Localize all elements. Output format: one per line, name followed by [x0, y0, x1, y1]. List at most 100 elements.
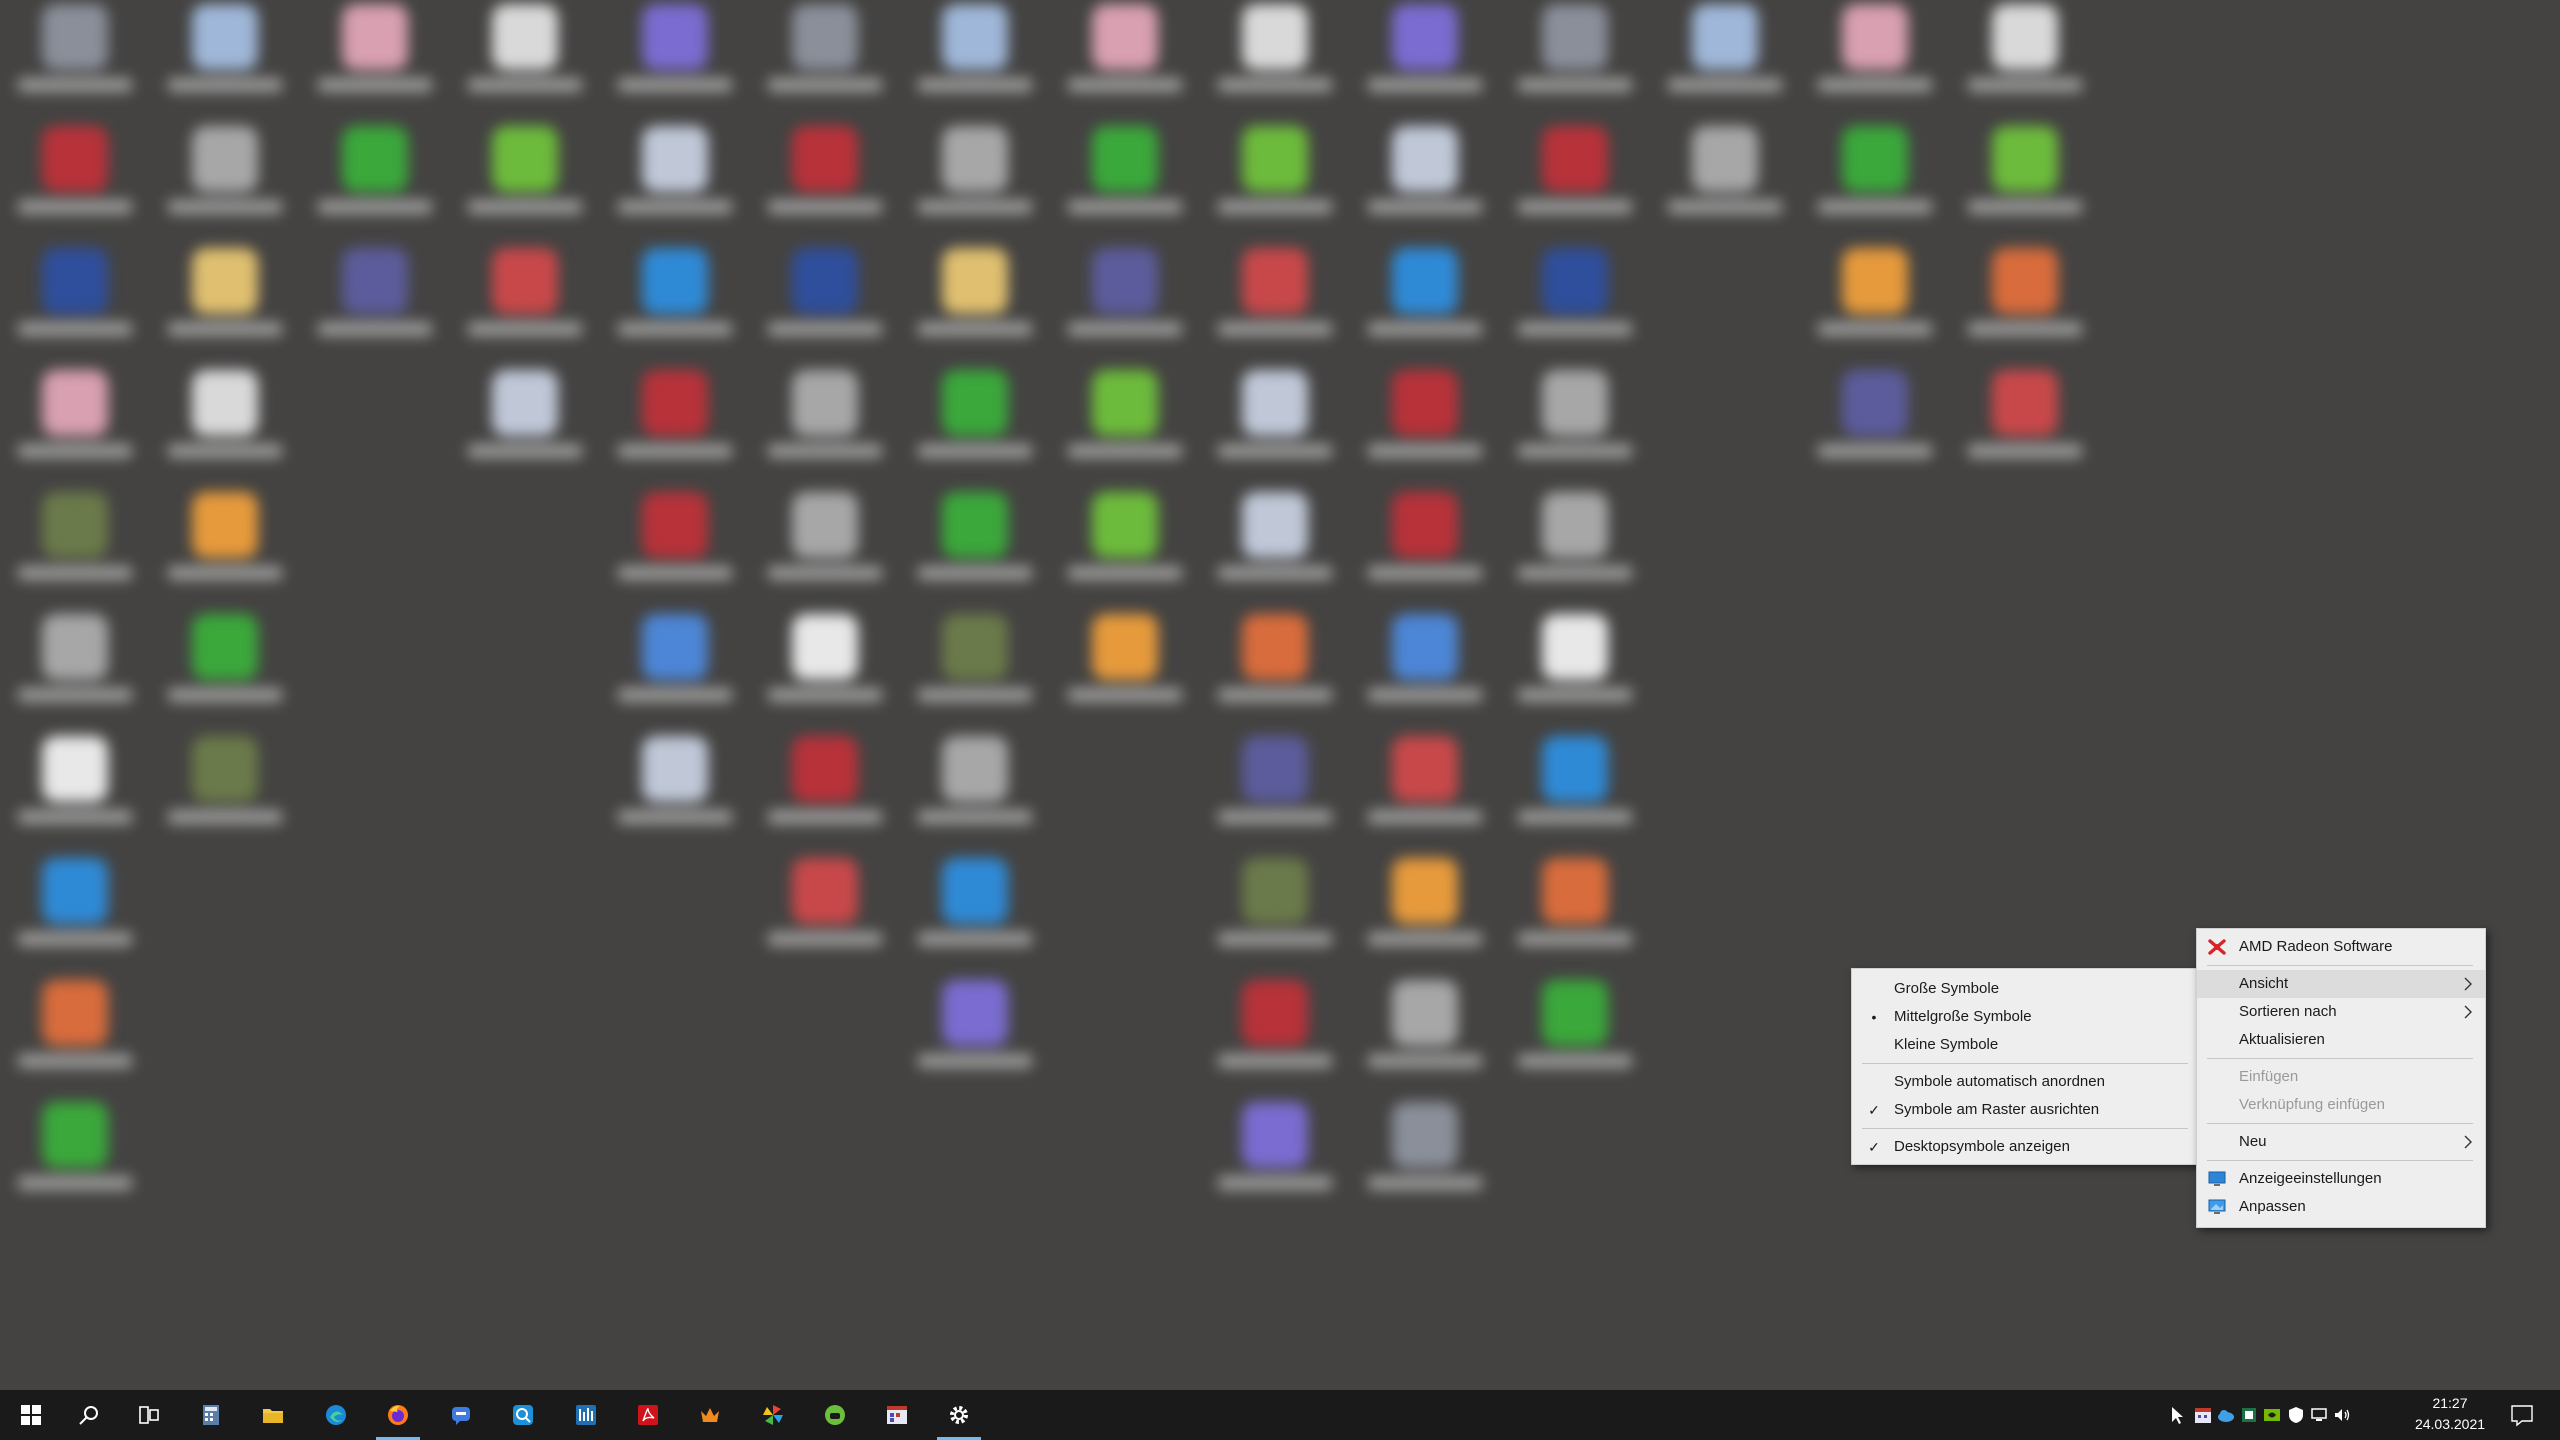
desktop-shortcut-icon[interactable]	[1200, 370, 1350, 490]
desktop-shortcut-icon[interactable]	[1350, 614, 1500, 734]
desktop-shortcut-icon[interactable]	[1350, 370, 1500, 490]
chat-app-taskbar-button[interactable]	[430, 1390, 492, 1440]
desktop-shortcut-icon[interactable]	[900, 370, 1050, 490]
desktop-shortcut-icon[interactable]	[450, 370, 600, 490]
desktop-shortcut-icon[interactable]	[750, 4, 900, 124]
menu-display-settings[interactable]: Anzeigeeinstellungen	[2197, 1165, 2485, 1193]
calendar-app-icon[interactable]	[2193, 1405, 2213, 1425]
equalizer-app-taskbar-button[interactable]	[555, 1390, 617, 1440]
desktop-shortcut-icon[interactable]	[1050, 614, 1200, 734]
menu-amd-radeon[interactable]: AMD Radeon Software	[2197, 933, 2485, 961]
calculator-taskbar-button[interactable]	[180, 1390, 242, 1440]
desktop-shortcut-icon[interactable]	[600, 736, 750, 856]
desktop-shortcut-icon[interactable]	[0, 492, 150, 612]
desktop-shortcut-icon[interactable]	[1350, 736, 1500, 856]
media-app-taskbar-button[interactable]	[866, 1390, 928, 1440]
desktop-shortcut-icon[interactable]	[300, 126, 450, 246]
desktop-shortcut-icon[interactable]	[0, 980, 150, 1100]
desktop-shortcut-icon[interactable]	[300, 4, 450, 124]
desktop-shortcut-icon[interactable]	[150, 736, 300, 856]
desktop-shortcut-icon[interactable]	[1050, 126, 1200, 246]
desktop-shortcut-icon[interactable]	[0, 736, 150, 856]
security-shield-icon[interactable]	[2286, 1405, 2306, 1425]
desktop-shortcut-icon[interactable]	[1500, 4, 1650, 124]
desktop-shortcut-icon[interactable]	[1200, 492, 1350, 612]
desktop-shortcut-icon[interactable]	[150, 492, 300, 612]
view-align-grid[interactable]: ✓ Symbole am Raster ausrichten	[1852, 1096, 2200, 1124]
desktop-shortcut-icon[interactable]	[0, 614, 150, 734]
desktop-shortcut-icon[interactable]	[1050, 4, 1200, 124]
desktop-shortcut-icon[interactable]	[450, 248, 600, 368]
desktop-shortcut-icon[interactable]	[0, 1102, 150, 1222]
settings-taskbar-button[interactable]	[928, 1390, 990, 1440]
nvidia-icon[interactable]	[2262, 1405, 2282, 1425]
desktop-shortcut-icon[interactable]	[1950, 248, 2100, 368]
volume-icon[interactable]	[2332, 1405, 2352, 1425]
task-view-taskbar-button[interactable]	[118, 1390, 180, 1440]
menu-refresh[interactable]: Aktualisieren	[2197, 1026, 2485, 1054]
desktop-shortcut-icon[interactable]	[900, 858, 1050, 978]
desktop-shortcut-icon[interactable]	[0, 858, 150, 978]
menu-sort-by[interactable]: Sortieren nach	[2197, 998, 2485, 1026]
desktop-shortcut-icon[interactable]	[900, 736, 1050, 856]
desktop-shortcut-icon[interactable]	[1200, 980, 1350, 1100]
desktop-shortcut-icon[interactable]	[750, 126, 900, 246]
desktop-shortcut-icon[interactable]	[600, 126, 750, 246]
desktop-shortcut-icon[interactable]	[1200, 126, 1350, 246]
firefox-taskbar-button[interactable]	[367, 1390, 429, 1440]
desktop-shortcut-icon[interactable]	[1200, 1102, 1350, 1222]
desktop-shortcut-icon[interactable]	[150, 126, 300, 246]
desktop-shortcut-icon[interactable]	[0, 248, 150, 368]
desktop-shortcut-icon[interactable]	[750, 248, 900, 368]
desktop-shortcut-icon[interactable]	[600, 614, 750, 734]
desktop-shortcut-icon[interactable]	[900, 614, 1050, 734]
view-auto-arrange[interactable]: Symbole automatisch anordnen	[1852, 1068, 2200, 1096]
desktop-shortcut-icon[interactable]	[1800, 126, 1950, 246]
menu-view[interactable]: Ansicht	[2197, 970, 2485, 998]
desktop-shortcut-icon[interactable]	[1950, 126, 2100, 246]
desktop-shortcut-icon[interactable]	[750, 370, 900, 490]
desktop-shortcut-icon[interactable]	[1800, 248, 1950, 368]
desktop-shortcut-icon[interactable]	[1350, 980, 1500, 1100]
desktop-shortcut-icon[interactable]	[1500, 370, 1650, 490]
desktop-shortcut-icon[interactable]	[450, 4, 600, 124]
menu-new[interactable]: Neu	[2197, 1128, 2485, 1156]
network-icon[interactable]	[2309, 1405, 2329, 1425]
desktop-shortcut-icon[interactable]	[150, 614, 300, 734]
desktop-shortcut-icon[interactable]	[750, 492, 900, 612]
view-small-icons[interactable]: Kleine Symbole	[1852, 1031, 2200, 1059]
desktop-shortcut-icon[interactable]	[600, 248, 750, 368]
desktop-shortcut-icon[interactable]	[1800, 4, 1950, 124]
search-taskbar-button[interactable]	[58, 1390, 120, 1440]
desktop-shortcut-icon[interactable]	[1050, 248, 1200, 368]
desktop-shortcut-icon[interactable]	[1500, 126, 1650, 246]
taskbar-clock[interactable]: 21:27 24.03.2021	[2405, 1393, 2495, 1435]
desktop-shortcut-icon[interactable]	[900, 4, 1050, 124]
desktop-shortcut-icon[interactable]	[1200, 614, 1350, 734]
menu-personalize[interactable]: Anpassen	[2197, 1193, 2485, 1221]
desktop-shortcut-icon[interactable]	[1500, 248, 1650, 368]
spreadsheet-app-icon[interactable]	[2239, 1405, 2259, 1425]
desktop-shortcut-icon[interactable]	[600, 370, 750, 490]
desktop-shortcut-icon[interactable]	[450, 126, 600, 246]
desktop-shortcut-icon[interactable]	[1350, 4, 1500, 124]
file-explorer-taskbar-button[interactable]	[242, 1390, 304, 1440]
desktop-shortcut-icon[interactable]	[900, 248, 1050, 368]
desktop-shortcut-icon[interactable]	[900, 980, 1050, 1100]
desktop-shortcut-icon[interactable]	[1350, 248, 1500, 368]
desktop-shortcut-icon[interactable]	[1350, 858, 1500, 978]
desktop-shortcut-icon[interactable]	[1350, 1102, 1500, 1222]
desktop-shortcut-icon[interactable]	[1050, 492, 1200, 612]
view-show-desktop-icons[interactable]: ✓ Desktopsymbole anzeigen	[1852, 1133, 2200, 1161]
search-app-taskbar-button[interactable]	[492, 1390, 554, 1440]
desktop-shortcut-icon[interactable]	[1500, 492, 1650, 612]
desktop-shortcut-icon[interactable]	[1650, 4, 1800, 124]
acrobat-taskbar-button[interactable]	[617, 1390, 679, 1440]
desktop-shortcut-icon[interactable]	[150, 4, 300, 124]
desktop-shortcut-icon[interactable]	[1350, 492, 1500, 612]
desktop-shortcut-icon[interactable]	[1500, 736, 1650, 856]
desktop-shortcut-icon[interactable]	[1950, 370, 2100, 490]
desktop-shortcut-icon[interactable]	[0, 4, 150, 124]
desktop-shortcut-icon[interactable]	[1050, 370, 1200, 490]
desktop-shortcut-icon[interactable]	[1200, 858, 1350, 978]
